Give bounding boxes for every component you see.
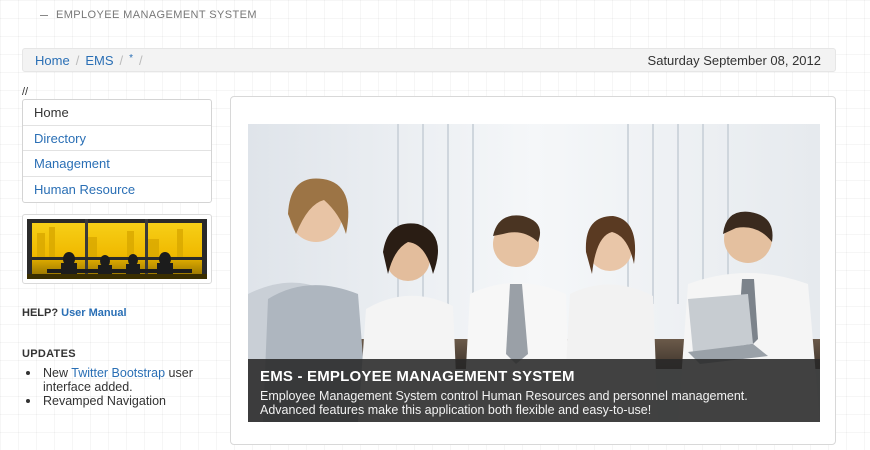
sidebar-item-directory[interactable]: Directory [23,126,211,151]
hero-description-line: Advanced features make this application … [260,403,652,417]
breadcrumb-separator: / [139,53,143,68]
stray-comment-text: // [22,86,29,98]
breadcrumb-separator: / [75,53,80,68]
top-header: EMPLOYEE MANAGEMENT SYSTEM [0,0,870,30]
sidebar-thumbnail-frame [22,214,212,284]
brand-dash-icon [40,14,48,16]
user-manual-link[interactable]: User Manual [61,307,126,319]
hero-description-line: Employee Management System control Human… [260,389,748,403]
brand-title: EMPLOYEE MANAGEMENT SYSTEM [56,9,257,21]
breadcrumb-home-link[interactable]: Home [35,53,70,68]
list-item: Revamped Navigation [24,394,219,408]
city-meeting-thumbnail[interactable] [27,219,207,279]
breadcrumb-ems-link[interactable]: EMS [85,53,113,68]
hero-panel: EMS - EMPLOYEE MANAGEMENT SYSTEM Employe… [230,96,836,445]
hero-title: EMS - EMPLOYEE MANAGEMENT SYSTEM [260,368,575,385]
breadcrumb-current[interactable]: * [129,53,133,64]
hero-team-photo[interactable]: EMS - EMPLOYEE MANAGEMENT SYSTEM Employe… [248,124,820,422]
app-brand[interactable]: EMPLOYEE MANAGEMENT SYSTEM [40,9,257,21]
updates-heading: UPDATES [22,348,76,360]
help-label: HELP? [22,307,59,319]
list-item: New Twitter Bootstrap user interface add… [24,366,219,394]
breadcrumb-separator: / [119,53,124,68]
updates-list: New Twitter Bootstrap user interface add… [24,366,219,408]
hero-description: Employee Management System control Human… [260,389,808,417]
sidebar-item-management[interactable]: Management [23,151,211,177]
current-date: Saturday September 08, 2012 [647,53,821,68]
twitter-bootstrap-link[interactable]: Twitter Bootstrap [71,366,165,380]
sidebar-nav: Home Directory Management Human Resource [22,99,212,203]
breadcrumb-trail: Home / EMS / * / [35,53,149,68]
hero-caption: EMS - EMPLOYEE MANAGEMENT SYSTEM Employe… [248,359,820,422]
breadcrumb: Home / EMS / * / Saturday September 08, 2012 [22,48,836,72]
sidebar-item-human-resource[interactable]: Human Resource [23,177,211,203]
help-section: HELP? User Manual [22,307,127,319]
sidebar-item-home[interactable]: Home [23,100,211,126]
update-text-prefix: New [43,366,72,380]
